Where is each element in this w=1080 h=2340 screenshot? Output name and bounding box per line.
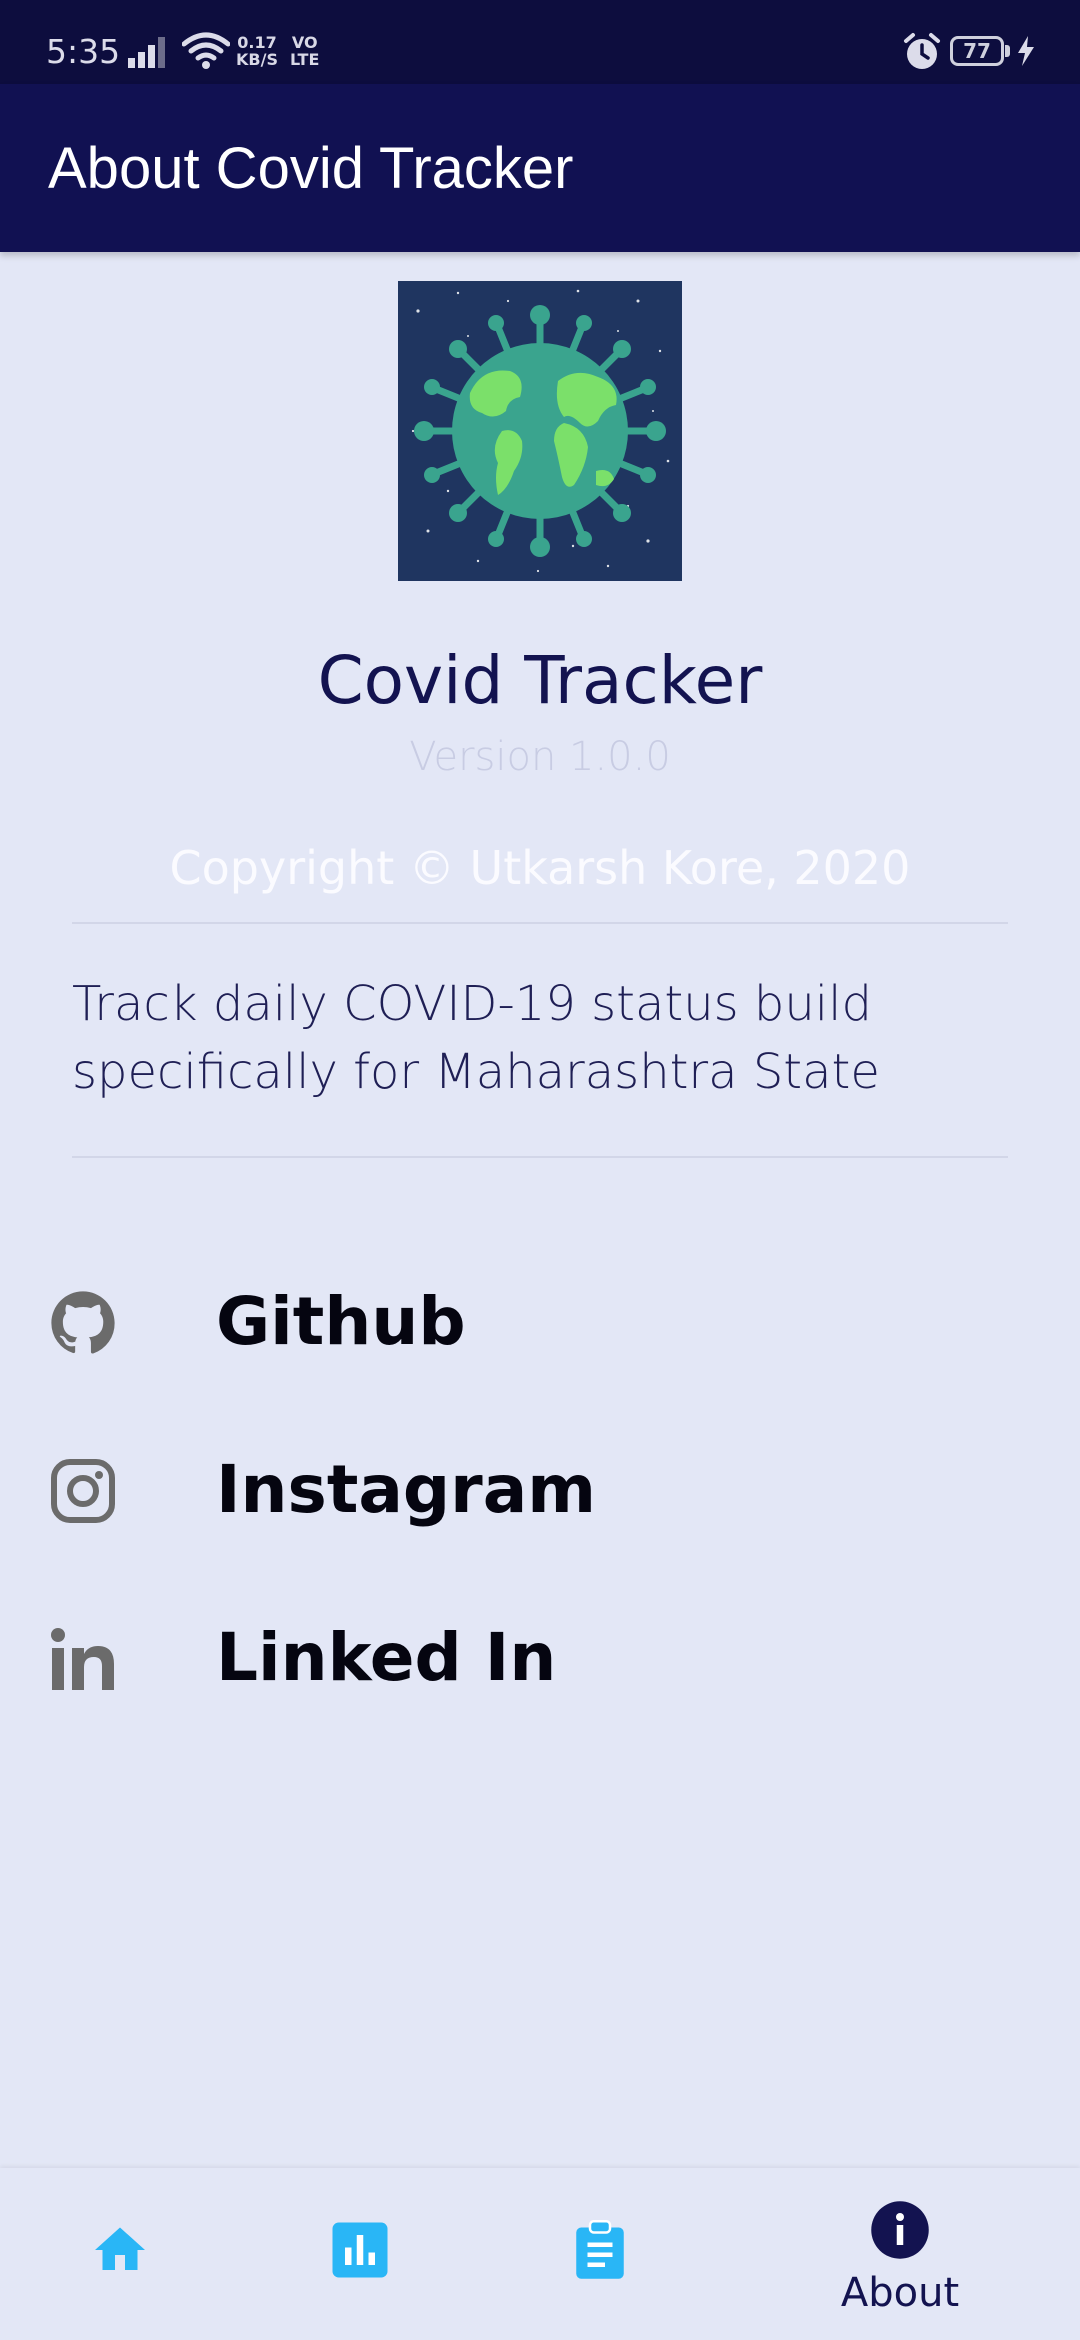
info-icon	[870, 2200, 930, 2260]
clipboard-list-icon	[570, 2220, 630, 2280]
app-description: Track daily COVID-19 status build specif…	[72, 976, 880, 1100]
alarm-icon	[902, 32, 942, 77]
home-icon	[90, 2220, 150, 2280]
instagram-icon	[50, 1458, 116, 1524]
volte-top: VO	[291, 33, 318, 52]
status-bar: 5:35 0.17 KB/S VO LTE 77	[0, 0, 1080, 84]
battery-icon: 77	[950, 36, 1004, 66]
instagram-link[interactable]: Instagram	[0, 1428, 1080, 1548]
wifi-icon	[181, 32, 231, 75]
github-link[interactable]: Github	[0, 1260, 1080, 1380]
nav-about[interactable]: About	[780, 2168, 1020, 2340]
divider	[72, 1156, 1008, 1158]
nav-list[interactable]	[480, 2168, 720, 2340]
linkedin-link[interactable]: Linked In	[0, 1596, 1080, 1716]
app-name: Covid Tracker	[317, 642, 763, 719]
charging-icon	[1016, 36, 1036, 71]
network-speed-unit: KB/S	[236, 50, 278, 69]
volte-bottom: LTE	[290, 50, 320, 69]
nav-home[interactable]	[0, 2168, 240, 2340]
github-label: Github	[216, 1283, 466, 1360]
volte-indicator: VO LTE	[290, 34, 319, 68]
battery-cap	[1005, 45, 1010, 57]
app-version: Version 1.0.0	[409, 734, 671, 780]
bottom-navigation: About	[0, 2168, 1080, 2340]
linkedin-label: Linked In	[216, 1619, 557, 1696]
page-title: About Covid Tracker	[48, 136, 574, 201]
status-time: 5:35	[46, 32, 121, 71]
nav-stats[interactable]	[240, 2168, 480, 2340]
instagram-label: Instagram	[216, 1451, 597, 1528]
signal-icon	[128, 34, 172, 75]
bar-chart-icon	[330, 2220, 390, 2280]
nav-about-label: About	[840, 2270, 960, 2316]
app-logo	[398, 281, 682, 581]
network-speed: 0.17 KB/S	[236, 34, 278, 68]
github-icon	[50, 1290, 116, 1356]
linkedin-icon	[50, 1626, 116, 1692]
app-bar: About Covid Tracker	[0, 84, 1080, 252]
network-speed-value: 0.17	[237, 33, 277, 52]
copyright-text: Copyright © Utkarsh Kore, 2020	[169, 841, 911, 895]
divider	[72, 922, 1008, 924]
